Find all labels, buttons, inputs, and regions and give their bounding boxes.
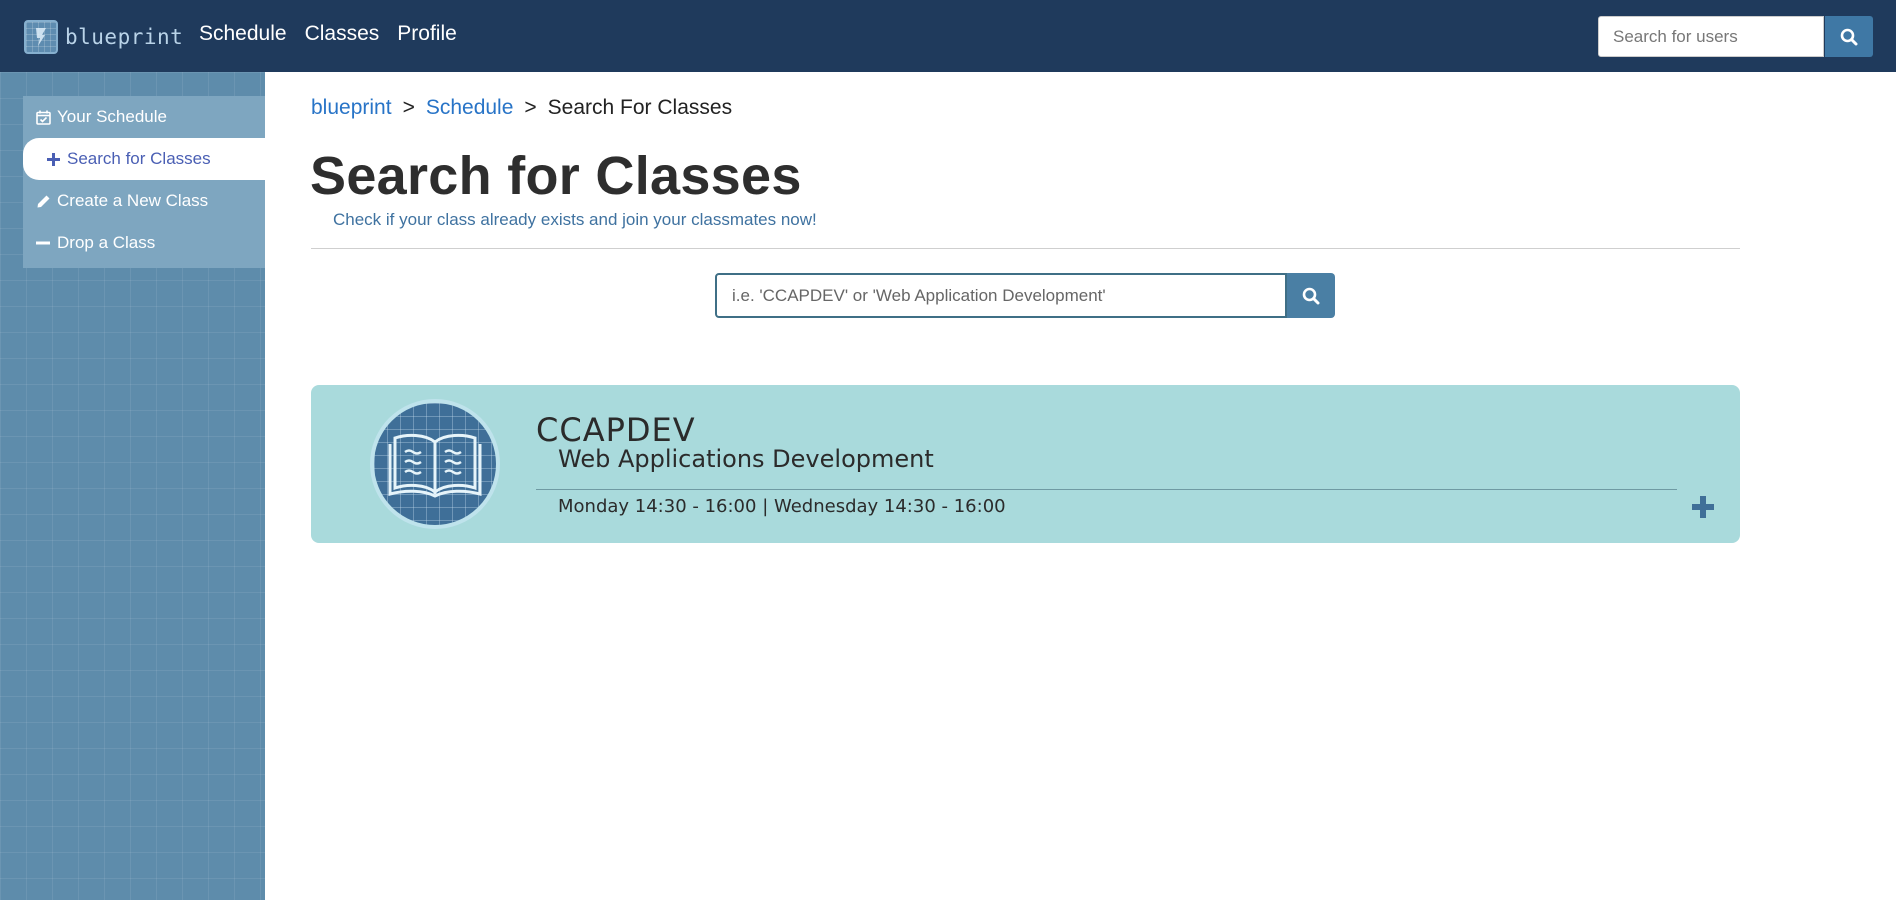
class-search-button[interactable] bbox=[1287, 273, 1335, 318]
open-book-icon bbox=[370, 399, 500, 529]
sidebar-item-search-for-classes[interactable]: Search for Classes bbox=[23, 138, 265, 180]
brand-logo-link[interactable]: blueprint bbox=[24, 20, 183, 54]
pencil-icon bbox=[35, 193, 51, 209]
user-search-button[interactable] bbox=[1825, 16, 1873, 57]
class-schedule: Monday 14:30 - 16:00 | Wednesday 14:30 -… bbox=[558, 496, 1006, 517]
card-divider bbox=[536, 489, 1677, 490]
calendar-check-icon bbox=[35, 109, 51, 125]
plus-icon bbox=[1692, 496, 1714, 518]
page-subtitle: Check if your class already exists and j… bbox=[333, 210, 817, 229]
plus-icon bbox=[45, 151, 61, 167]
add-class-button[interactable] bbox=[1689, 493, 1717, 521]
top-navbar: blueprint Schedule Classes Profile bbox=[0, 0, 1896, 72]
user-search-input[interactable] bbox=[1598, 16, 1824, 57]
class-search-input[interactable] bbox=[715, 273, 1287, 318]
breadcrumb-link-schedule[interactable]: Schedule bbox=[426, 96, 514, 120]
sidebar-item-label: Your Schedule bbox=[57, 107, 167, 126]
brand-name: blueprint bbox=[65, 25, 184, 49]
blueprint-logo-icon bbox=[24, 20, 58, 54]
breadcrumb-link-blueprint[interactable]: blueprint bbox=[311, 96, 392, 120]
search-icon bbox=[1302, 287, 1320, 304]
minus-icon bbox=[35, 235, 51, 251]
page-title: Search for Classes bbox=[310, 146, 802, 206]
sidebar-item-create-new-class[interactable]: Create a New Class bbox=[23, 180, 265, 222]
breadcrumb-separator: > bbox=[524, 96, 537, 119]
search-icon bbox=[1840, 28, 1858, 45]
breadcrumb: blueprint > Schedule > Search For Classe… bbox=[311, 96, 732, 120]
divider bbox=[311, 248, 1740, 249]
class-name: Web Applications Development bbox=[558, 445, 934, 473]
breadcrumb-separator: > bbox=[402, 96, 415, 119]
nav-link-schedule[interactable]: Schedule bbox=[199, 22, 287, 46]
sidebar-item-drop-class[interactable]: Drop a Class bbox=[23, 222, 265, 264]
nav-link-classes[interactable]: Classes bbox=[305, 22, 380, 46]
nav-links: Schedule Classes Profile bbox=[199, 22, 457, 46]
sidebar: Your Schedule Search for Classes Create … bbox=[0, 72, 265, 900]
sidebar-item-label: Search for Classes bbox=[67, 149, 211, 168]
sidebar-item-your-schedule[interactable]: Your Schedule bbox=[23, 96, 265, 138]
breadcrumb-current: Search For Classes bbox=[547, 96, 733, 119]
class-result-card: CCAPDEV Web Applications Development Mon… bbox=[311, 385, 1740, 543]
nav-link-profile[interactable]: Profile bbox=[397, 22, 457, 46]
class-code: CCAPDEV bbox=[536, 411, 696, 449]
sidebar-item-label: Drop a Class bbox=[57, 233, 156, 252]
sidebar-item-label: Create a New Class bbox=[57, 191, 209, 210]
